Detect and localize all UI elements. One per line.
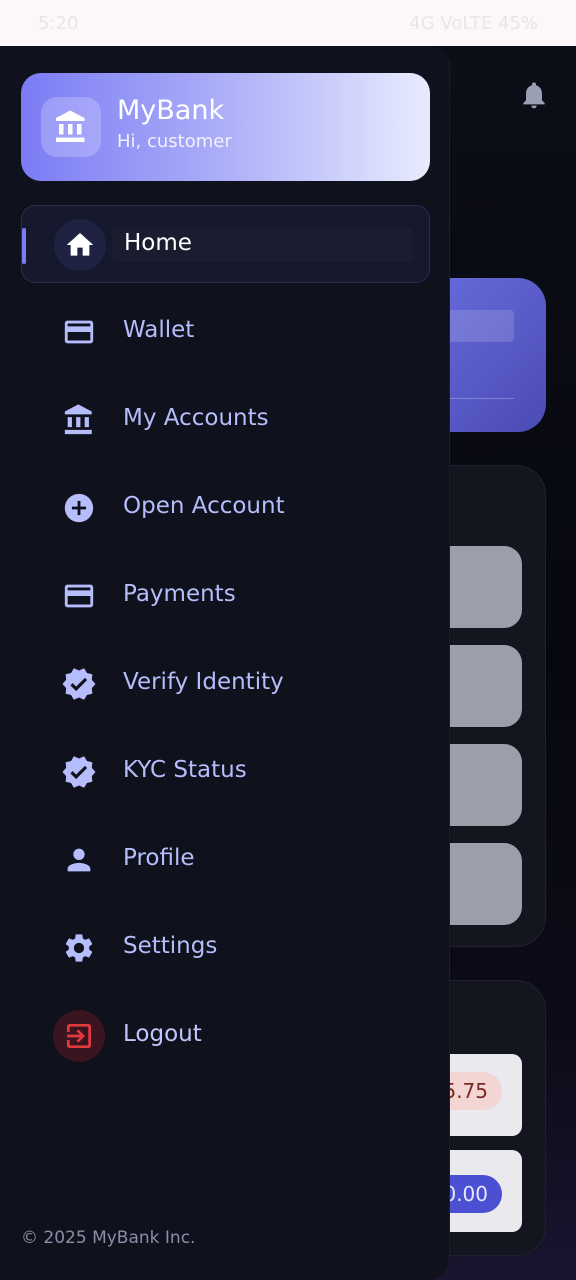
nav-item-profile[interactable]: Profile (21, 821, 430, 899)
drawer-header: MyBank Hi, customer (21, 73, 430, 181)
add-circle-icon (53, 482, 105, 534)
nav-item-wallet[interactable]: Wallet (21, 293, 430, 371)
nav-label: Logout (123, 1021, 202, 1047)
nav-label: Open Account (123, 493, 285, 519)
verified-icon (53, 746, 105, 798)
card-icon (53, 570, 105, 622)
nav-item-verify-identity[interactable]: Verify Identity (21, 645, 430, 723)
bank-icon (41, 97, 101, 157)
nav-item-home[interactable]: Home (21, 205, 430, 283)
status-time: 5:20 (38, 12, 79, 34)
nav-label: Verify Identity (123, 669, 284, 695)
greeting: Hi, customer (117, 131, 232, 152)
nav-item-my-accounts[interactable]: My Accounts (21, 381, 430, 459)
nav-label: Payments (123, 581, 236, 607)
verified-icon (53, 658, 105, 710)
nav-item-open-account[interactable]: Open Account (21, 469, 430, 547)
status-indicators: 4G VoLTE 45% (409, 12, 538, 34)
nav-item-settings[interactable]: Settings (21, 909, 430, 987)
nav-item-payments[interactable]: Payments (21, 557, 430, 635)
nav-item-kyc-status[interactable]: KYC Status (21, 733, 430, 811)
card-icon (53, 306, 105, 358)
home-icon (54, 219, 106, 271)
gear-icon (53, 922, 105, 974)
nav-label: Wallet (123, 317, 195, 343)
navigation-drawer: MyBank Hi, customer Home Wallet My Accou… (0, 46, 450, 1280)
notification-bell-icon[interactable] (518, 78, 550, 112)
bank-icon (53, 394, 105, 446)
nav-item-logout[interactable]: Logout (21, 997, 430, 1075)
nav-label: My Accounts (123, 405, 269, 431)
nav-label: Profile (123, 845, 195, 871)
logout-icon (53, 1010, 105, 1062)
nav-label: Settings (123, 933, 218, 959)
app-name: MyBank (117, 95, 225, 126)
person-icon (53, 834, 105, 886)
nav-label: KYC Status (123, 757, 247, 783)
nav-label: Home (124, 230, 192, 256)
status-bar: 5:20 4G VoLTE 45% (0, 0, 576, 46)
copyright-footer: © 2025 MyBank Inc. (21, 1228, 196, 1248)
